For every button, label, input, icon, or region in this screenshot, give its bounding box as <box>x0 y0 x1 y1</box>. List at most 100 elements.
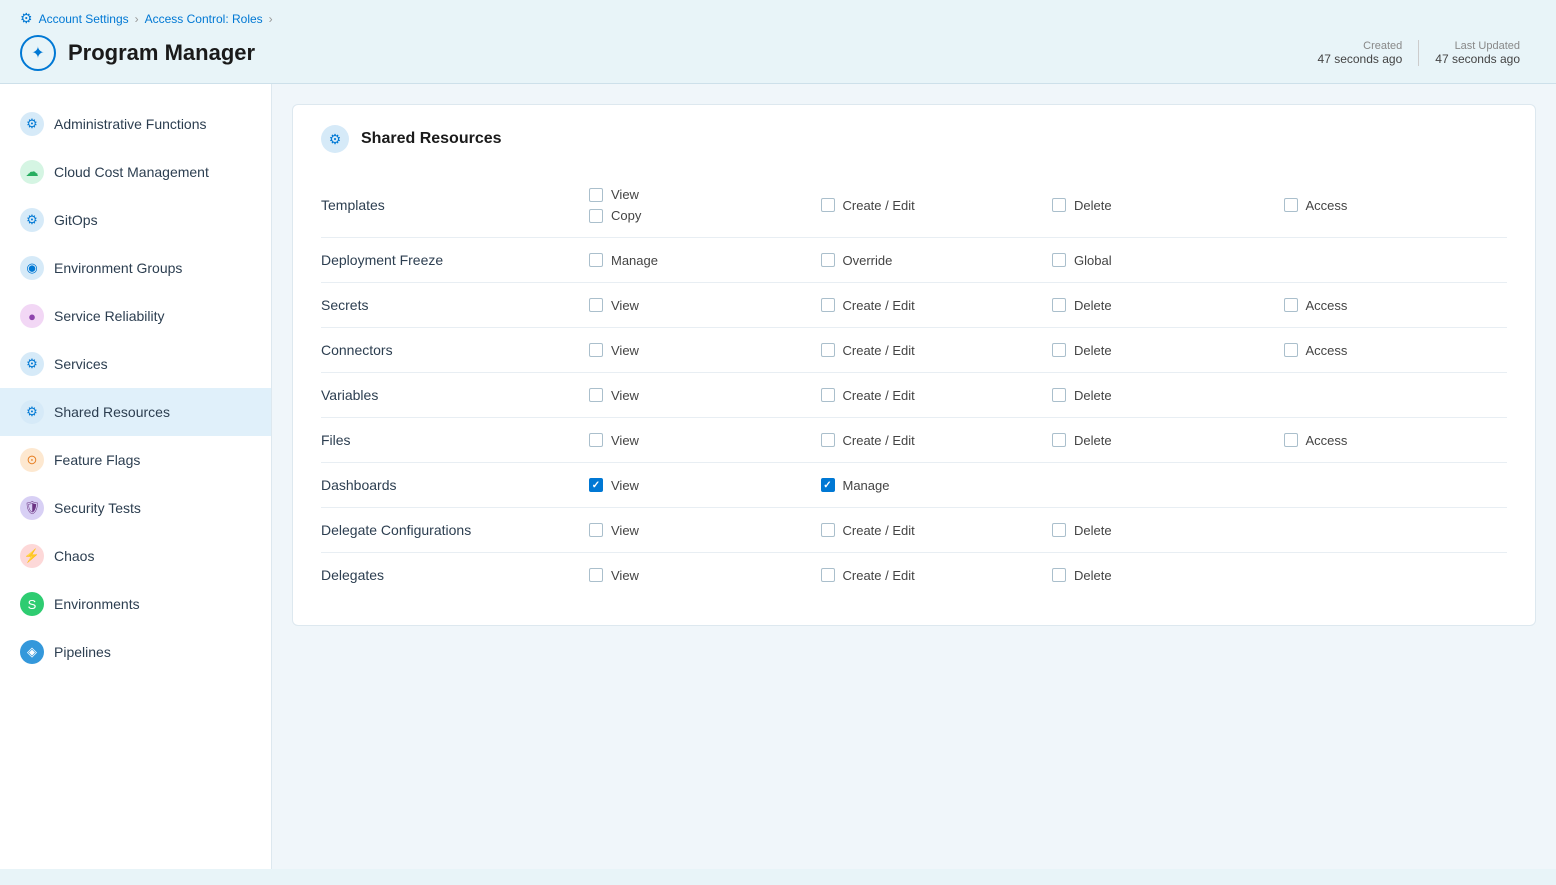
sidebar-item-security-tests[interactable]: 🛡 Security Tests <box>0 484 271 532</box>
checkbox-create---edit[interactable] <box>821 298 835 312</box>
sidebar-label-shared-resources: Shared Resources <box>54 404 170 420</box>
checkbox-delete[interactable] <box>1052 198 1066 212</box>
checkbox-view[interactable] <box>589 523 603 537</box>
checkbox-label: View <box>611 187 639 202</box>
sidebar-label-security-tests: Security Tests <box>54 500 141 516</box>
checkbox-access[interactable] <box>1284 198 1298 212</box>
checkbox-view[interactable] <box>589 298 603 312</box>
checkbox-view[interactable] <box>589 343 603 357</box>
security-tests-icon: 🛡 <box>20 496 44 520</box>
perm-cell-col-2: Delete <box>1044 283 1276 328</box>
checkbox-view[interactable] <box>589 433 603 447</box>
checkbox-view[interactable] <box>589 568 603 582</box>
sidebar: ⚙Administrative Functions☁Cloud Cost Man… <box>0 84 272 869</box>
sidebar-label-gitops: GitOps <box>54 212 98 228</box>
checkbox-create---edit[interactable] <box>821 568 835 582</box>
checkbox-manage[interactable] <box>821 478 835 492</box>
table-row: SecretsViewCreate / EditDeleteAccess <box>321 283 1507 328</box>
checkbox-delete[interactable] <box>1052 523 1066 537</box>
checkbox-global[interactable] <box>1052 253 1066 267</box>
checkbox-delete[interactable] <box>1052 343 1066 357</box>
perm-cell-col-2: Delete <box>1044 418 1276 463</box>
row-name: Secrets <box>321 283 581 328</box>
perm-cell-col-1: Create / Edit <box>813 373 1045 418</box>
sidebar-label-chaos: Chaos <box>54 548 94 564</box>
sidebar-item-environments[interactable]: S Environments <box>0 580 271 628</box>
checkbox-delete[interactable] <box>1052 433 1066 447</box>
checkbox-create---edit[interactable] <box>821 343 835 357</box>
breadcrumb-access-control[interactable]: Access Control: Roles <box>145 12 263 26</box>
services-icon: ⚙ <box>20 352 44 376</box>
sidebar-item-gitops[interactable]: ⚙ GitOps <box>0 196 271 244</box>
section-card: ⚙ Shared Resources TemplatesViewCopyCrea… <box>292 104 1536 626</box>
service-reliability-icon: ● <box>20 304 44 328</box>
checkbox-label: Delete <box>1074 343 1112 358</box>
sidebar-item-shared-resources[interactable]: ⚙Shared Resources <box>0 388 271 436</box>
checkbox-access[interactable] <box>1284 343 1298 357</box>
checkbox-view[interactable] <box>589 478 603 492</box>
checkbox-create---edit[interactable] <box>821 388 835 402</box>
checkbox-label: View <box>611 433 639 448</box>
table-row: Delegate ConfigurationsViewCreate / Edit… <box>321 508 1507 553</box>
checkbox-label: Delete <box>1074 433 1112 448</box>
checkbox-view[interactable] <box>589 188 603 202</box>
perm-cell-col-2 <box>1044 463 1276 508</box>
checkbox-label: Manage <box>843 478 890 493</box>
perm-cell-col-0: View <box>581 418 813 463</box>
table-row: ConnectorsViewCreate / EditDeleteAccess <box>321 328 1507 373</box>
row-name: Connectors <box>321 328 581 373</box>
sidebar-label-feature-flags: Feature Flags <box>54 452 140 468</box>
checkbox-delete[interactable] <box>1052 298 1066 312</box>
checkbox-access[interactable] <box>1284 298 1298 312</box>
checkbox-copy[interactable] <box>589 209 603 223</box>
breadcrumb-account-settings[interactable]: Account Settings <box>39 12 129 26</box>
checkbox-label: View <box>611 388 639 403</box>
checkbox-label: Delete <box>1074 388 1112 403</box>
checkbox-label: Override <box>843 253 893 268</box>
checkbox-label: Copy <box>611 208 641 223</box>
checkbox-access[interactable] <box>1284 433 1298 447</box>
checkbox-delete[interactable] <box>1052 568 1066 582</box>
perm-cell-col-2: Delete <box>1044 508 1276 553</box>
checkbox-manage[interactable] <box>589 253 603 267</box>
environment-groups-icon: ◉ <box>20 256 44 280</box>
section-icon: ⚙ <box>321 125 349 153</box>
perm-cell-col-2: Global <box>1044 238 1276 283</box>
checkbox-label: Global <box>1074 253 1112 268</box>
perm-cell-col-2: Delete <box>1044 328 1276 373</box>
checkbox-label: Delete <box>1074 198 1112 213</box>
checkbox-create---edit[interactable] <box>821 433 835 447</box>
checkbox-view[interactable] <box>589 388 603 402</box>
sidebar-item-cloud-cost-management[interactable]: ☁Cloud Cost Management <box>0 148 271 196</box>
checkbox-label: Create / Edit <box>843 523 915 538</box>
sidebar-label-cloud-cost-management: Cloud Cost Management <box>54 164 209 180</box>
perm-cell-col-0: View <box>581 508 813 553</box>
checkbox-create---edit[interactable] <box>821 198 835 212</box>
checkbox-delete[interactable] <box>1052 388 1066 402</box>
checkbox-label: Access <box>1306 298 1348 313</box>
sidebar-item-administrative-functions[interactable]: ⚙Administrative Functions <box>0 100 271 148</box>
sidebar-label-environments: Environments <box>54 596 140 612</box>
checkbox-label: View <box>611 568 639 583</box>
row-name: Files <box>321 418 581 463</box>
section-header: ⚙ Shared Resources <box>321 125 1507 153</box>
checkbox-override[interactable] <box>821 253 835 267</box>
perm-cell-col-0: Manage <box>581 238 813 283</box>
checkbox-label: Delete <box>1074 523 1112 538</box>
checkbox-create---edit[interactable] <box>821 523 835 537</box>
sidebar-item-pipelines[interactable]: ◈Pipelines <box>0 628 271 676</box>
sidebar-item-chaos[interactable]: ⚡Chaos <box>0 532 271 580</box>
perm-cell-col-1: Create / Edit <box>813 418 1045 463</box>
sidebar-item-environment-groups[interactable]: ◉Environment Groups <box>0 244 271 292</box>
gitops-icon: ⚙ <box>20 208 44 232</box>
perm-cell-col-2: Delete <box>1044 173 1276 238</box>
environments-icon: S <box>20 592 44 616</box>
sidebar-item-feature-flags[interactable]: ⊙Feature Flags <box>0 436 271 484</box>
perm-cell-col-1: Create / Edit <box>813 553 1045 598</box>
checkbox-label: Access <box>1306 198 1348 213</box>
checkbox-label: Create / Edit <box>843 433 915 448</box>
sidebar-item-services[interactable]: ⚙Services <box>0 340 271 388</box>
checkbox-label: Create / Edit <box>843 568 915 583</box>
sidebar-item-service-reliability[interactable]: ●Service Reliability <box>0 292 271 340</box>
perm-cell-col-3: Access <box>1276 328 1508 373</box>
